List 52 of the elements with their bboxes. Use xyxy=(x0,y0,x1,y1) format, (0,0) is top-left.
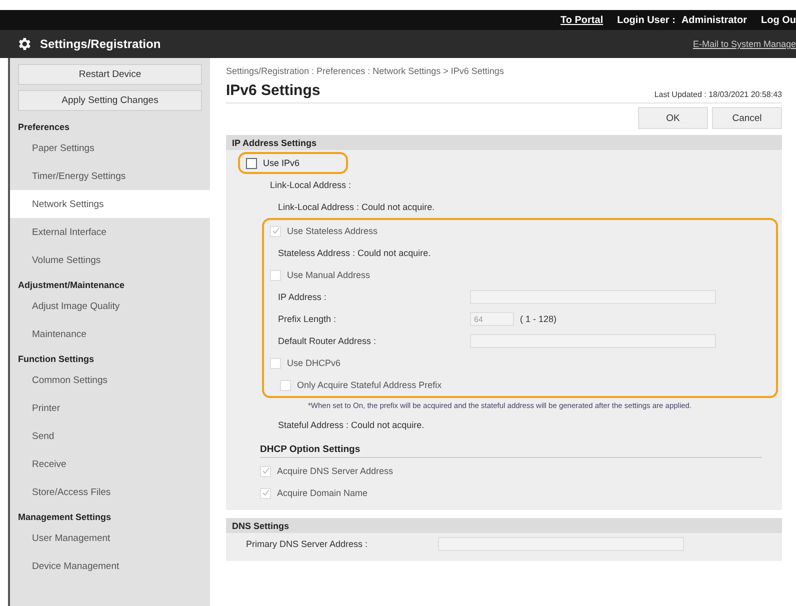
sidebar-group-title: Management Settings xyxy=(17,511,112,524)
logout-link[interactable]: Log Ou xyxy=(761,14,796,26)
email-link[interactable]: E-Mail to System Manage xyxy=(692,39,796,49)
sidebar-group-title: Function Settings xyxy=(17,353,95,366)
sidebar-item[interactable]: Common Settings xyxy=(10,366,210,394)
breadcrumb: Settings/Registration : Preferences : Network Settings > IPv6 Settings xyxy=(226,65,505,78)
sidebar-item[interactable]: Send xyxy=(10,422,210,450)
field-label: Default Router Address : xyxy=(278,336,378,346)
checkbox[interactable] xyxy=(246,158,257,168)
sidebar-item[interactable]: External Interface xyxy=(10,218,210,246)
sidebar-item[interactable]: Store/Access Files xyxy=(10,478,210,506)
status-text: Stateless Address : Could not acquire. xyxy=(278,248,431,258)
user-name: Administrator xyxy=(681,14,747,26)
section-header: IP Address Settings xyxy=(226,135,782,150)
portal-link[interactable]: To Portal xyxy=(560,14,604,26)
field-label: Primary DNS Server Address : xyxy=(246,539,369,549)
sidebar-item[interactable]: Volume Settings xyxy=(10,246,210,274)
page-title: IPv6 Settings xyxy=(226,82,320,99)
section-header: DNS Settings xyxy=(226,518,782,533)
sidebar-item[interactable]: Adjust Image Quality xyxy=(10,292,210,320)
checkbox-label: Only Acquire Stateful Address Prefix xyxy=(297,380,442,390)
action-button[interactable]: OK xyxy=(638,107,708,129)
sidebar-item[interactable]: Device Management xyxy=(10,552,210,580)
sidebar-group-title: Adjustment/Maintenance xyxy=(17,279,126,292)
status-text: Link-Local Address : Could not acquire. xyxy=(278,202,435,212)
header-title: Settings/Registration xyxy=(40,37,161,51)
action-button[interactable]: Cancel xyxy=(712,107,782,129)
sidebar-item[interactable]: User Management xyxy=(10,524,210,552)
login-label: Login User : xyxy=(617,14,676,26)
range-hint: ( 1 - 128) xyxy=(520,314,557,324)
checkbox-label: Use DHCPv6 xyxy=(287,358,341,368)
subsection-header: DHCP Option Settings xyxy=(260,440,762,458)
checkbox-label: Use Manual Address xyxy=(287,270,370,280)
sidebar-item[interactable]: Maintenance xyxy=(10,320,210,348)
info-text: Link-Local Address : xyxy=(270,180,352,190)
checkbox-label: Acquire Domain Name xyxy=(277,488,368,498)
status-text: Stateful Address : Could not acquire. xyxy=(278,420,424,430)
sidebar-item[interactable]: Printer xyxy=(10,394,210,422)
checkbox-label: Use Stateless Address xyxy=(287,226,378,236)
sidebar-button[interactable]: Restart Device xyxy=(18,64,202,85)
field-label: Prefix Length : xyxy=(278,314,338,324)
checkbox-label: Acquire DNS Server Address xyxy=(277,466,394,476)
checkbox-label: Use IPv6 xyxy=(263,158,300,168)
last-updated: Last Updated : 18/03/2021 20:58:43 xyxy=(654,90,782,99)
sidebar-item[interactable]: Paper Settings xyxy=(10,134,210,162)
sidebar-group-title: Preferences xyxy=(17,121,71,134)
sidebar-item[interactable]: Receive xyxy=(10,450,210,478)
sidebar-button[interactable]: Apply Setting Changes xyxy=(18,90,202,111)
sidebar-item[interactable]: Timer/Energy Settings xyxy=(10,162,210,190)
field-label: IP Address : xyxy=(278,292,328,302)
sidebar-item[interactable]: Network Settings xyxy=(10,190,210,218)
settings-icon xyxy=(16,36,32,52)
